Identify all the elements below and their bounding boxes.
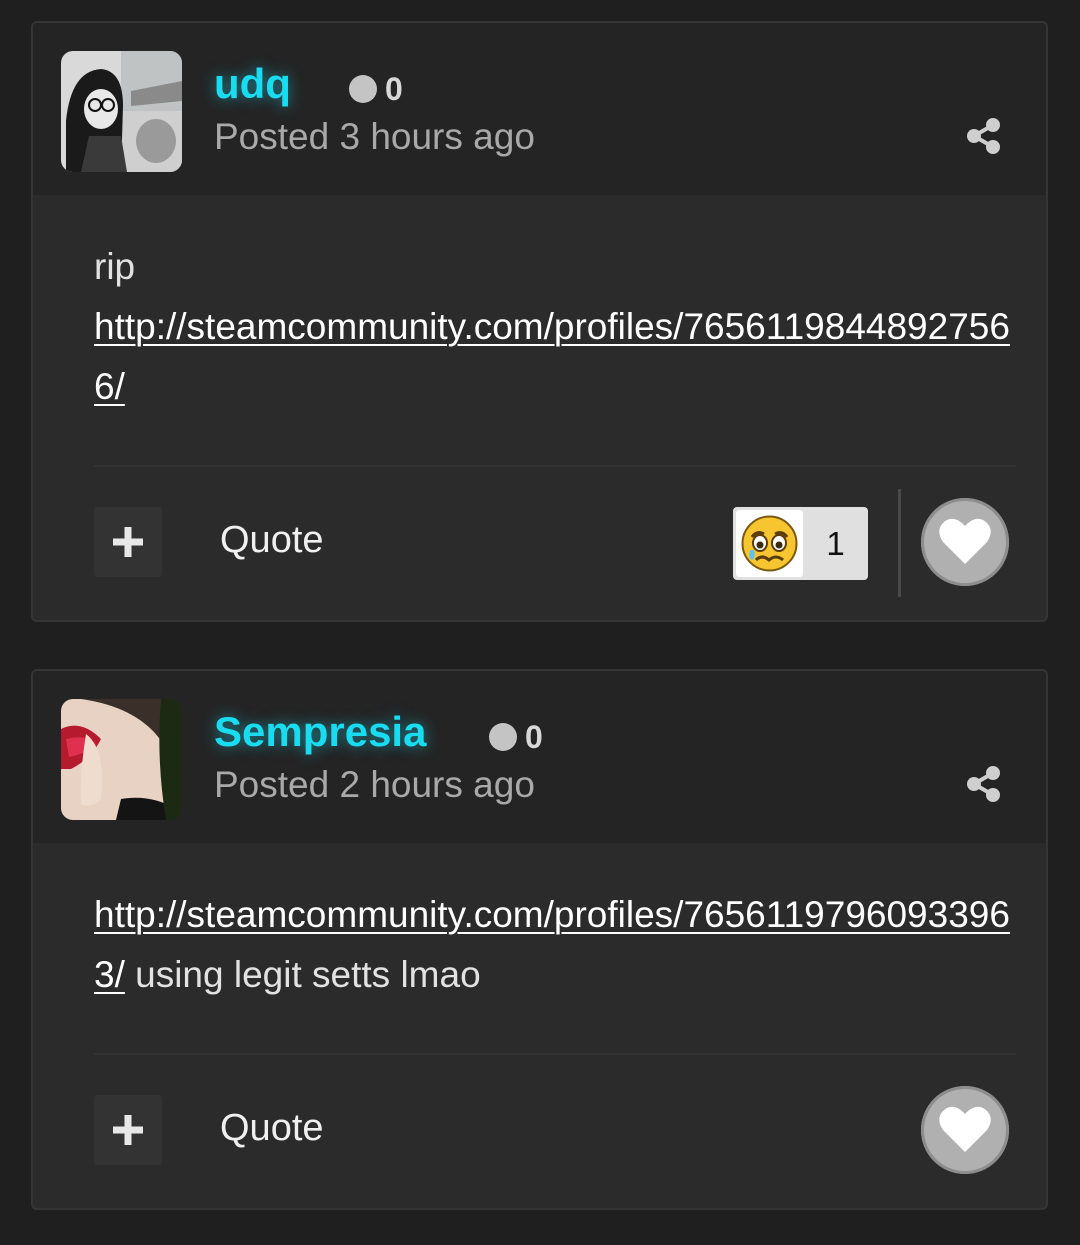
post-divider	[94, 465, 1016, 467]
like-button[interactable]	[921, 498, 1009, 586]
post-content: http://steamcommunity.com/profiles/76561…	[94, 885, 1016, 1005]
avatar[interactable]	[61, 699, 182, 820]
post-timestamp[interactable]: Posted 2 hours ago	[214, 763, 535, 807]
forum-post: udq 0 Posted 3 hours ago rip http://stea…	[31, 21, 1048, 622]
share-icon[interactable]	[966, 766, 1002, 802]
author-name[interactable]: Sempresia	[214, 707, 426, 757]
multiquote-plus-button[interactable]	[94, 1095, 162, 1165]
post-header: Sempresia 0 Posted 2 hours ago	[33, 671, 1046, 843]
post-divider	[94, 1053, 1016, 1055]
post-link[interactable]: http://steamcommunity.com/profiles/76561…	[94, 306, 1010, 407]
crying-face-emoji-icon	[736, 510, 803, 577]
quote-button[interactable]: Quote	[220, 518, 324, 562]
post-content: rip http://steamcommunity.com/profiles/7…	[94, 237, 1016, 417]
avatar[interactable]	[61, 51, 182, 172]
forum-post: Sempresia 0 Posted 2 hours ago http://st…	[31, 669, 1048, 1210]
like-button[interactable]	[921, 1086, 1009, 1174]
reputation-badge: 0	[489, 719, 543, 755]
quote-button[interactable]: Quote	[220, 1106, 324, 1150]
reputation-count: 0	[385, 71, 403, 107]
heart-icon	[939, 518, 991, 564]
share-icon[interactable]	[966, 118, 1002, 154]
multiquote-plus-button[interactable]	[94, 507, 162, 577]
reaction-badge[interactable]: 1	[733, 507, 868, 580]
post-text: using legit setts lmao	[124, 954, 481, 995]
reaction-count: 1	[826, 524, 845, 562]
post-timestamp[interactable]: Posted 3 hours ago	[214, 115, 535, 159]
heart-icon	[939, 1106, 991, 1152]
reputation-badge: 0	[349, 71, 403, 107]
reputation-dot-icon	[489, 723, 517, 751]
author-name[interactable]: udq	[214, 59, 291, 109]
reputation-count: 0	[525, 719, 543, 755]
reaction-separator	[898, 489, 901, 597]
post-text: rip	[94, 246, 136, 287]
post-header: udq 0 Posted 3 hours ago	[33, 23, 1046, 195]
reputation-dot-icon	[349, 75, 377, 103]
